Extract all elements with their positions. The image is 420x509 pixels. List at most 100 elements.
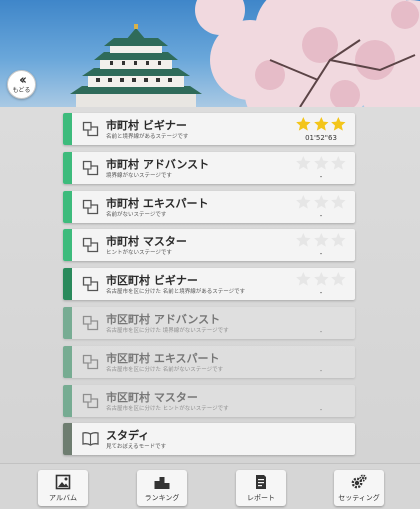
stage-subtitle: 見ておぼえるモードです: [106, 444, 167, 450]
stage-subtitle: 名古屋市を区に分けた 名前と境界線があるステージです: [106, 289, 246, 295]
row-color-stripe: [63, 191, 72, 223]
stage-subtitle: 名前と境界線があるステージです: [106, 134, 189, 140]
stage-title: 市町村 アドバンスト: [106, 158, 210, 171]
star-empty-icon: [331, 194, 346, 209]
stage-row: 市区町村 マスター名古屋市を区に分けた ヒントがないステージです -: [63, 385, 355, 417]
star-empty-icon: [296, 232, 311, 247]
star-empty-icon: [331, 388, 346, 403]
stage-subtitle: ヒントがないステージです: [106, 250, 172, 256]
report-label: レポート: [247, 494, 275, 502]
star-filled-icon: [331, 116, 346, 131]
star-filled-icon: [296, 116, 311, 131]
picture-icon: [55, 474, 71, 490]
stage-title: スタディ: [106, 429, 150, 442]
stage-title: 市町村 エキスパート: [106, 197, 209, 210]
star-empty-icon: [331, 271, 346, 286]
best-time: -: [319, 406, 323, 414]
footer-bar: アルバム ランキング レポート セッティング: [0, 463, 420, 509]
star-rating: [295, 116, 347, 132]
back-button[interactable]: ‹‹ もどる: [7, 70, 36, 99]
double-chevron-left-icon: ‹‹: [19, 73, 27, 88]
map-icon: [82, 393, 99, 409]
podium-icon: [154, 477, 170, 489]
back-button-label: もどる: [12, 87, 31, 94]
best-time: -: [319, 173, 323, 181]
star-empty-icon: [331, 232, 346, 247]
map-icon: [82, 315, 99, 331]
best-time: -: [319, 328, 323, 336]
stage-subtitle: 名古屋市を区に分けた 名前がないステージです: [106, 367, 224, 373]
star-empty-icon: [313, 271, 329, 286]
ranking-label: ランキング: [144, 494, 180, 502]
row-color-stripe: [63, 423, 72, 455]
row-color-stripe: [63, 152, 72, 184]
star-empty-icon: [313, 388, 329, 403]
star-empty-icon: [296, 155, 311, 170]
star-empty-icon: [331, 349, 346, 364]
header-photo: ‹‹ もどる: [0, 0, 420, 107]
star-empty-icon: [331, 155, 346, 170]
stage-title: 市区町村 マスター: [106, 391, 198, 404]
best-time: -: [319, 289, 323, 297]
star-empty-icon: [313, 155, 329, 170]
star-empty-icon: [296, 388, 311, 403]
study-row[interactable]: スタディ見ておぼえるモードです: [63, 423, 355, 455]
stage-row[interactable]: 市町村 マスターヒントがないステージです -: [63, 229, 355, 261]
best-time: -: [319, 212, 323, 220]
stage-row[interactable]: 市区町村 ビギナー名古屋市を区に分けた 名前と境界線があるステージです -: [63, 268, 355, 300]
star-rating: [295, 310, 347, 326]
star-empty-icon: [296, 349, 311, 364]
star-empty-icon: [313, 349, 329, 364]
album-label: アルバム: [49, 494, 77, 502]
star-rating: [295, 194, 347, 210]
star-empty-icon: [313, 194, 329, 209]
report-button[interactable]: レポート: [236, 470, 286, 506]
star-empty-icon: [331, 310, 346, 325]
stage-row[interactable]: 市町村 ビギナー名前と境界線があるステージです 01'52"63: [63, 113, 355, 145]
stage-subtitle: 境界線がないステージです: [106, 173, 172, 179]
star-rating: [295, 155, 347, 171]
best-time: 01'52"63: [305, 134, 337, 142]
stage-row: 市区町村 アドバンスト名古屋市を区に分けた 境界線がないステージです -: [63, 307, 355, 339]
star-rating: [295, 232, 347, 248]
book-icon: [82, 432, 99, 446]
stage-subtitle: 名前がないステージです: [106, 212, 167, 218]
star-rating: [295, 388, 347, 404]
ranking-button[interactable]: ランキング: [137, 470, 187, 506]
star-rating: [295, 349, 347, 365]
stage-title: 市区町村 ビギナー: [106, 274, 198, 287]
settings-button[interactable]: セッティング: [334, 470, 384, 506]
stage-row[interactable]: 市町村 アドバンスト境界線がないステージです -: [63, 152, 355, 184]
stage-title: 市区町村 アドバンスト: [106, 313, 221, 326]
star-rating: [295, 271, 347, 287]
album-button[interactable]: アルバム: [38, 470, 88, 506]
map-icon: [82, 199, 99, 215]
stage-subtitle: 名古屋市を区に分けた 境界線がないステージです: [106, 328, 229, 334]
stage-title: 市町村 ビギナー: [106, 119, 187, 132]
row-color-stripe: [63, 113, 72, 145]
map-icon: [82, 160, 99, 176]
star-filled-icon: [313, 116, 329, 131]
gears-icon: [351, 474, 367, 489]
star-empty-icon: [296, 271, 311, 286]
stage-row[interactable]: 市町村 エキスパート名前がないステージです -: [63, 191, 355, 223]
stage-title: 市町村 マスター: [106, 235, 187, 248]
settings-label: セッティング: [338, 494, 380, 502]
row-color-stripe: [63, 229, 72, 261]
row-color-stripe: [63, 268, 72, 300]
map-icon: [82, 237, 99, 253]
stage-title: 市区町村 エキスパート: [106, 352, 220, 365]
map-icon: [82, 276, 99, 292]
star-empty-icon: [296, 310, 311, 325]
stage-row: 市区町村 エキスパート名古屋市を区に分けた 名前がないステージです -: [63, 346, 355, 378]
map-icon: [82, 121, 99, 137]
best-time: -: [319, 250, 323, 258]
document-icon: [256, 475, 266, 489]
map-icon: [82, 354, 99, 370]
row-color-stripe: [63, 346, 72, 378]
stage-subtitle: 名古屋市を区に分けた ヒントがないステージです: [106, 406, 229, 412]
star-empty-icon: [296, 194, 311, 209]
star-empty-icon: [313, 232, 329, 247]
star-empty-icon: [313, 310, 329, 325]
best-time: -: [319, 367, 323, 375]
